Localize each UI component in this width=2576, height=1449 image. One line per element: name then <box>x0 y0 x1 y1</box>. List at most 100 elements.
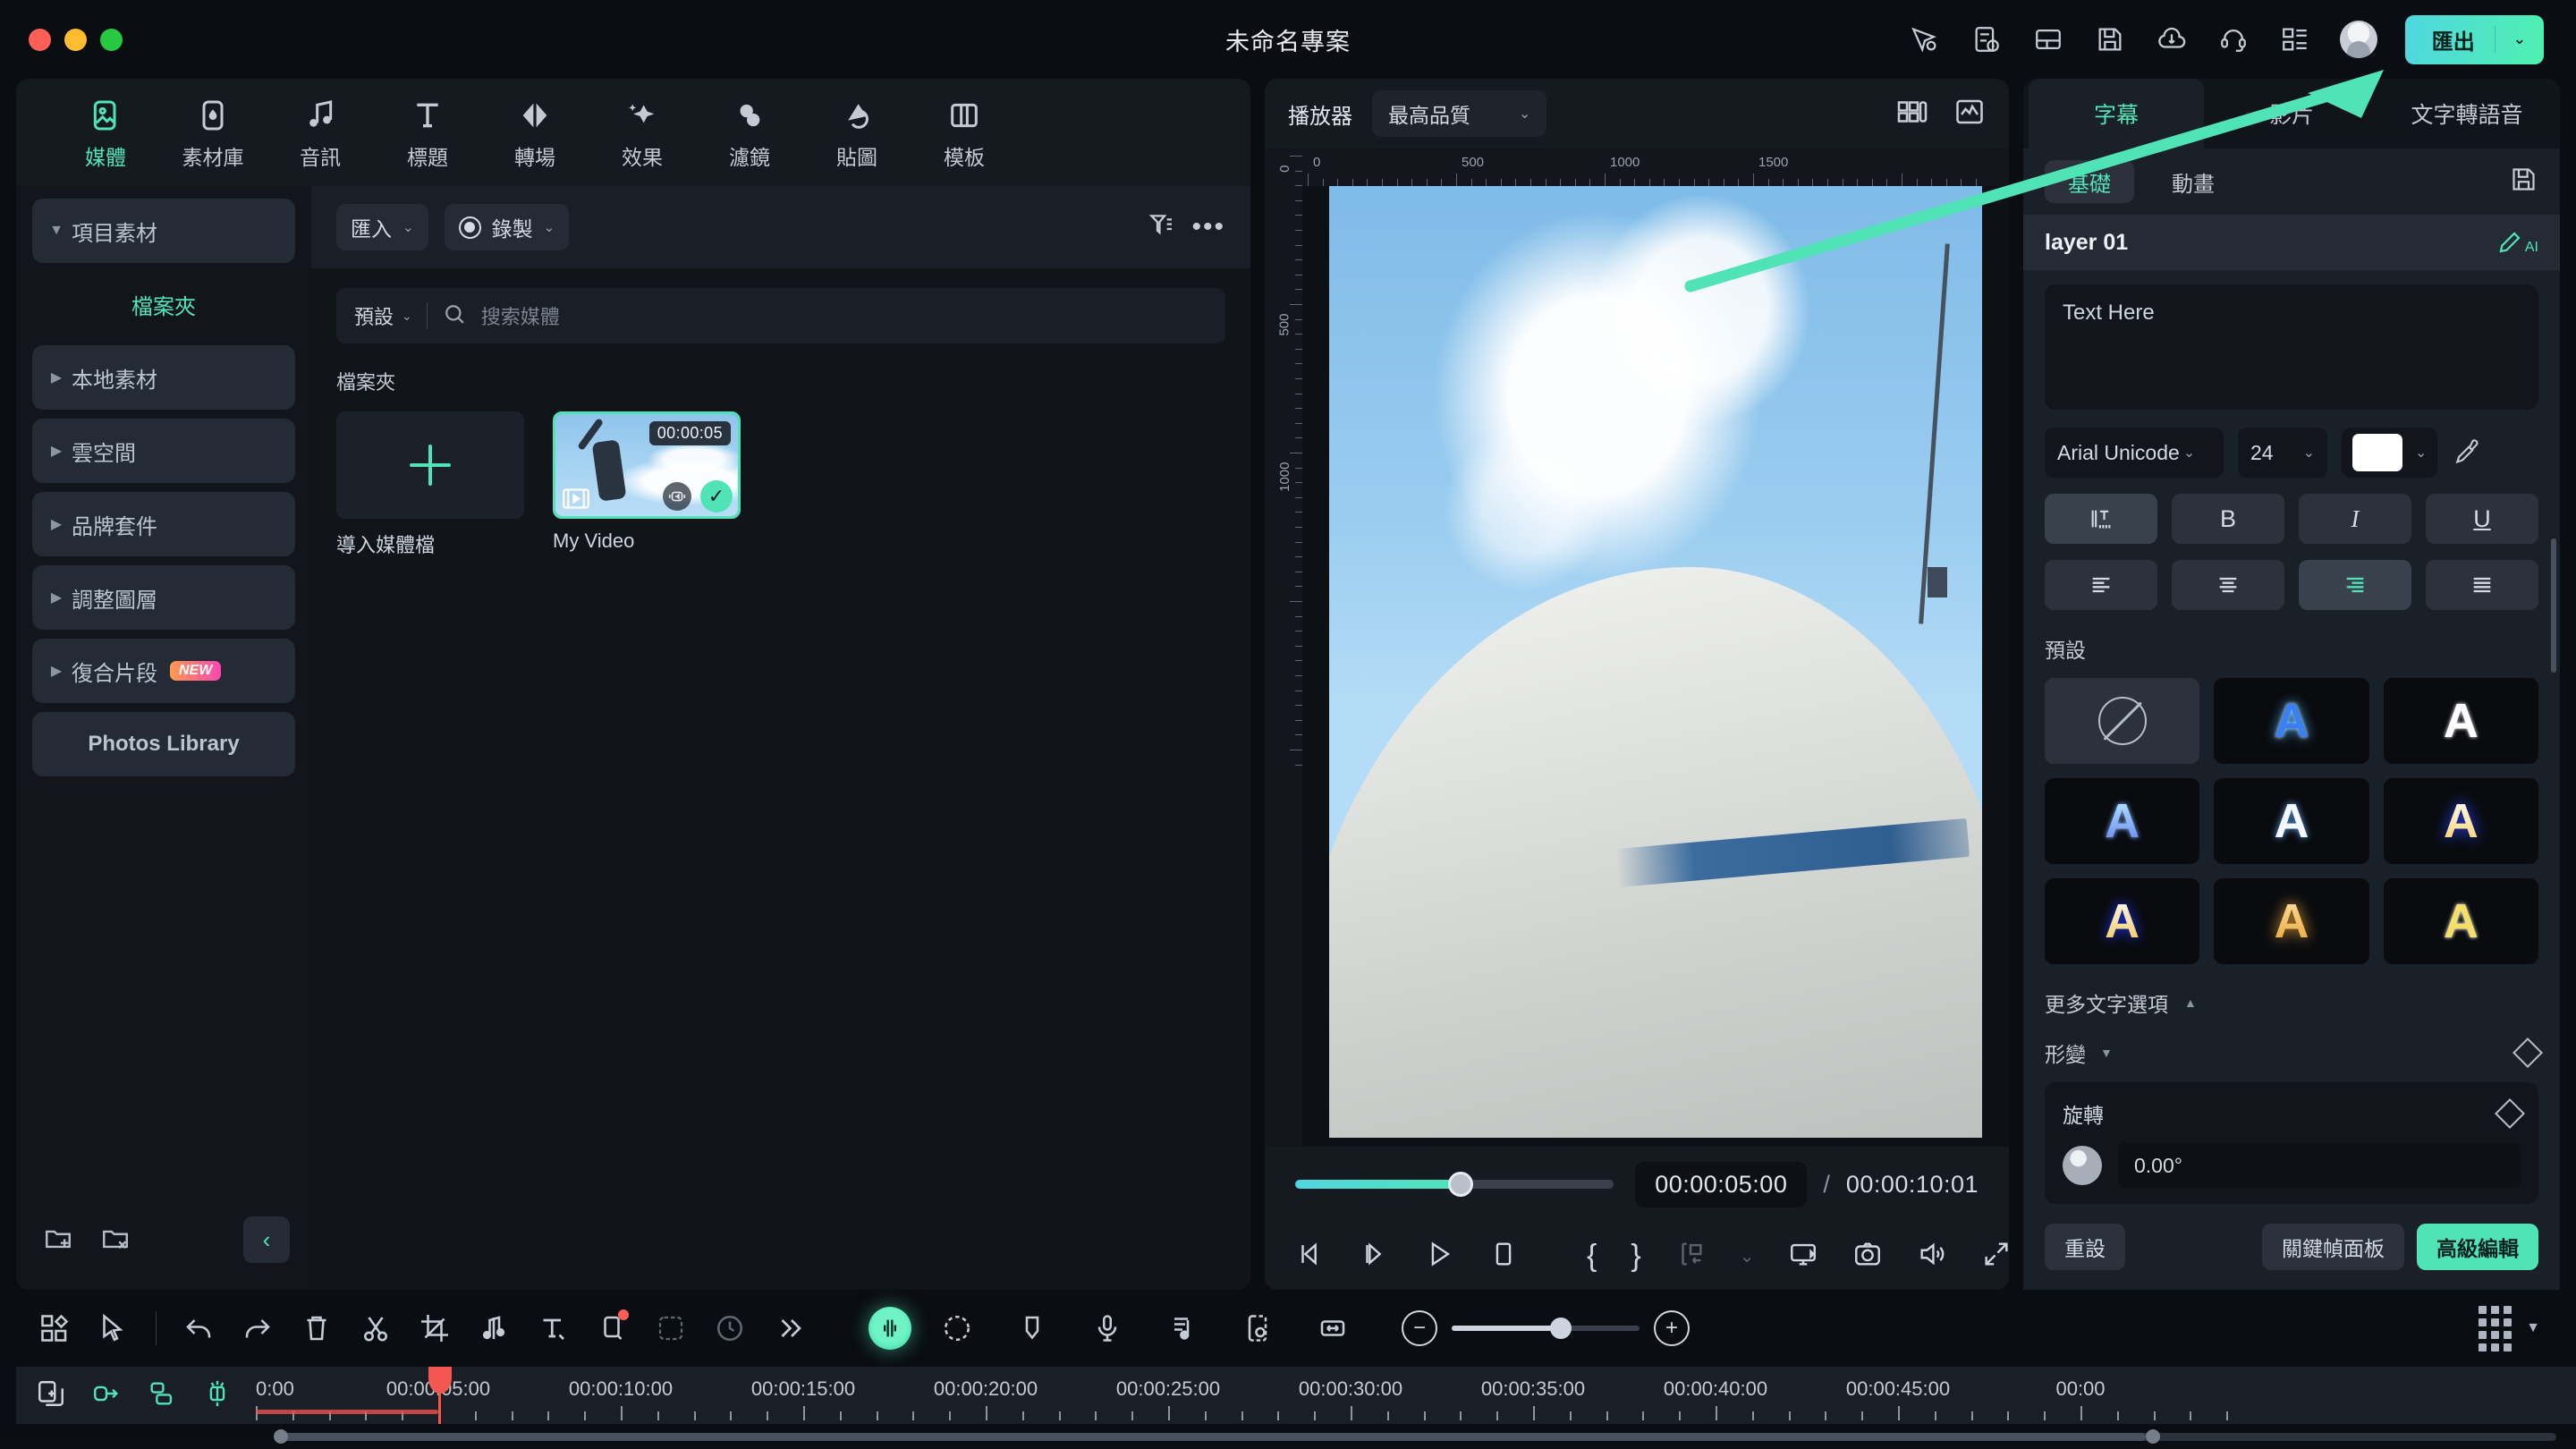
keyframe-diamond-icon[interactable] <box>2512 1038 2543 1068</box>
folder-item-photos-library[interactable]: Photos Library <box>32 712 295 776</box>
preset-blue-outline[interactable]: A <box>2383 678 2538 764</box>
inspector-scrollbar[interactable] <box>2551 538 2556 673</box>
duplicate-track-icon[interactable] <box>36 1378 66 1413</box>
link-clips-icon[interactable] <box>91 1378 122 1413</box>
preset-yellow-outline[interactable]: A <box>2383 878 2538 964</box>
nav-item-titles[interactable]: 標題 <box>374 94 481 171</box>
preset-yellow-blue-outline[interactable]: A <box>2045 878 2200 964</box>
font-color-select[interactable]: ⌄ <box>2342 428 2438 478</box>
nav-item-effects[interactable]: 效果 <box>589 94 696 171</box>
folder-item-local[interactable]: ▶ 本地素材 <box>32 345 295 410</box>
search-bar[interactable]: 預設 ⌄ 搜索媒體 <box>336 288 1225 343</box>
select-tool-icon[interactable] <box>84 1302 143 1354</box>
tab-subtitle[interactable]: 字幕 <box>2029 79 2204 148</box>
preset-none[interactable] <box>2045 678 2200 764</box>
vertical-text-button[interactable] <box>2045 494 2157 544</box>
screen-record-icon[interactable] <box>1788 1239 1818 1274</box>
nav-item-media[interactable]: 媒體 <box>52 94 159 171</box>
underline-button[interactable]: U <box>2426 494 2538 544</box>
keyframe-diamond-icon[interactable] <box>2495 1098 2525 1129</box>
folder-item-cloud[interactable]: ▶ 雲空間 <box>32 419 295 483</box>
more-options-icon[interactable]: ••• <box>1191 212 1225 242</box>
folder-root[interactable]: ▼ 項目素材 <box>32 199 295 263</box>
split-marker-icon[interactable] <box>1675 1239 1706 1274</box>
align-center-button[interactable] <box>2172 560 2284 610</box>
audio-preview-icon[interactable] <box>663 482 691 511</box>
beat-detect-icon[interactable] <box>1153 1302 1212 1354</box>
folder-item-brandkit[interactable]: ▶ 品牌套件 <box>32 492 295 556</box>
nav-item-stock[interactable]: 素材庫 <box>159 94 267 171</box>
split-scissors-icon[interactable] <box>346 1302 405 1354</box>
preset-orange-glow[interactable]: A <box>2214 878 2369 964</box>
grid-view-icon[interactable] <box>25 1302 84 1354</box>
stop-icon[interactable] <box>1488 1239 1519 1274</box>
preset-white-blue-border[interactable]: A <box>2214 778 2369 864</box>
undo-icon[interactable] <box>169 1302 228 1354</box>
text-input[interactable]: Text Here <box>2045 284 2538 410</box>
play-icon[interactable] <box>1424 1239 1454 1274</box>
current-timecode[interactable]: 00:00:05:00 <box>1635 1161 1808 1208</box>
seek-slider[interactable] <box>1295 1172 1614 1197</box>
import-button[interactable]: 匯入 ⌄ <box>336 204 428 250</box>
chevron-down-icon[interactable]: ⌄ <box>402 219 414 235</box>
chevron-down-icon[interactable]: ⌄ <box>544 219 555 235</box>
nav-item-stickers[interactable]: 貼圖 <box>803 94 911 171</box>
avatar[interactable] <box>2339 21 2377 58</box>
redo-icon[interactable] <box>228 1302 287 1354</box>
fit-timeline-icon[interactable] <box>1303 1302 1362 1354</box>
ruler-playhead[interactable] <box>428 1367 452 1424</box>
import-media-box[interactable] <box>336 411 524 519</box>
font-family-select[interactable]: Arial Unicode ⌄ <box>2045 428 2224 478</box>
marker-icon[interactable] <box>1003 1302 1062 1354</box>
save-preset-icon[interactable] <box>2509 165 2538 199</box>
italic-button[interactable]: I <box>2299 494 2411 544</box>
more-text-options-row[interactable]: 更多文字選項 ▲ <box>2045 987 2538 1018</box>
caret-down-icon[interactable]: ▼ <box>2526 1320 2540 1336</box>
subtab-animation[interactable]: 動畫 <box>2148 160 2238 203</box>
delete-folder-icon[interactable] <box>100 1223 131 1258</box>
media-thumbnail[interactable]: 00:00:05 ✓ <box>553 411 741 519</box>
nav-item-filters[interactable]: 濾鏡 <box>696 94 803 171</box>
rotate-dial[interactable] <box>2063 1146 2102 1185</box>
timeline-horizontal-scrollbar[interactable] <box>274 1429 2556 1444</box>
folder-item-adjustment[interactable]: ▶ 調整圖層 <box>32 565 295 630</box>
tab-text-to-speech[interactable]: 文字轉語音 <box>2379 79 2555 148</box>
transform-row[interactable]: 形變 ▼ <box>2045 1038 2543 1068</box>
filter-icon[interactable] <box>1147 211 1175 244</box>
voiceover-mic-icon[interactable] <box>1078 1302 1137 1354</box>
bold-button[interactable]: B <box>2172 494 2284 544</box>
scope-graph-icon[interactable] <box>1953 96 1986 132</box>
font-size-select[interactable]: 24 ⌄ <box>2238 428 2327 478</box>
tab-video[interactable]: 影片 <box>2204 79 2379 148</box>
media-tile-my-video[interactable]: 00:00:05 ✓ My Video <box>553 411 741 558</box>
eyedropper-icon[interactable] <box>2452 437 2479 469</box>
caret-down-icon[interactable]: ⌄ <box>1740 1245 1755 1267</box>
quality-select[interactable]: 最高品質 ⌄ <box>1372 90 1547 137</box>
ai-edit-icon[interactable]: AI <box>2496 229 2538 256</box>
collapse-panel-icon[interactable]: ‹ <box>243 1216 290 1263</box>
video-preview[interactable] <box>1329 186 1982 1138</box>
scrollbar-thumb[interactable] <box>275 1432 2146 1441</box>
new-folder-icon[interactable] <box>43 1223 73 1258</box>
auto-cut-icon[interactable] <box>202 1378 233 1413</box>
subtab-basic[interactable]: 基礎 <box>2045 160 2134 203</box>
group-icon[interactable] <box>147 1378 177 1413</box>
import-media-tile[interactable]: 導入媒體檔 <box>336 411 524 558</box>
zoom-out-button[interactable]: − <box>1402 1310 1437 1346</box>
track-manager-icon[interactable] <box>2479 1305 2512 1352</box>
preview-canvas[interactable] <box>1302 186 2009 1147</box>
folder-item-compound[interactable]: ▶ 復合片段 NEW <box>32 639 295 703</box>
volume-icon[interactable] <box>1917 1239 1947 1274</box>
nav-item-audio[interactable]: 音訊 <box>267 94 374 171</box>
motion-tracking-icon[interactable] <box>928 1302 987 1354</box>
advanced-edit-button[interactable]: 高級編輯 <box>2417 1224 2538 1270</box>
add-text-icon[interactable] <box>523 1302 582 1354</box>
speed-icon[interactable] <box>700 1302 759 1354</box>
color-swatch[interactable] <box>2352 434 2402 471</box>
sort-select[interactable]: 預設 ⌄ <box>354 301 412 330</box>
align-justify-button[interactable] <box>2426 560 2538 610</box>
search-input[interactable]: 搜索媒體 <box>481 301 560 330</box>
reset-button[interactable]: 重設 <box>2045 1224 2125 1270</box>
snapshot-camera-icon[interactable] <box>1852 1239 1883 1274</box>
crop-icon[interactable] <box>405 1302 464 1354</box>
